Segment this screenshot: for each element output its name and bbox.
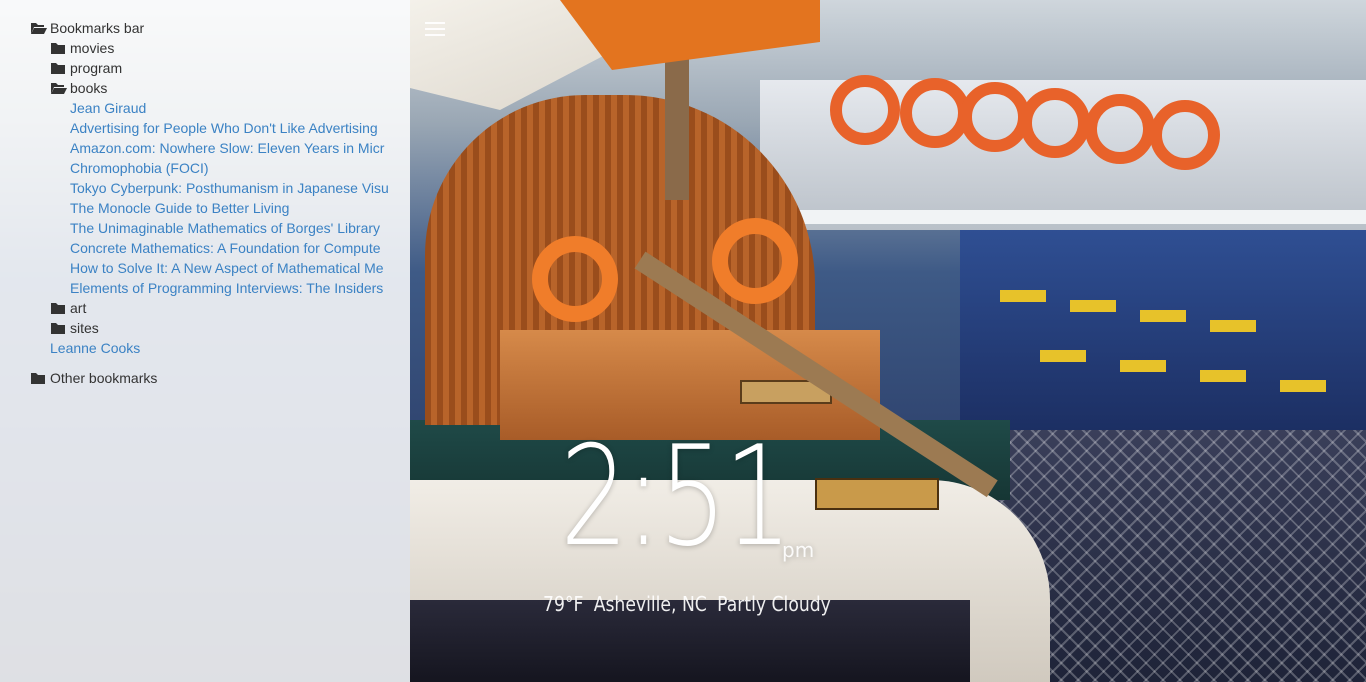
bookmark-link[interactable]: The Unimaginable Mathematics of Borges' …: [70, 218, 390, 238]
clock-time: 2:51: [560, 416, 792, 577]
folder-label: Other bookmarks: [50, 370, 158, 386]
folder-bookmarks-bar[interactable]: Bookmarks bar: [30, 18, 390, 38]
folder-icon: [50, 58, 70, 78]
folder-icon: [50, 38, 70, 58]
folder-label: movies: [70, 40, 115, 56]
bookmark-link[interactable]: Tokyo Cyberpunk: Posthumanism in Japanes…: [70, 178, 390, 198]
bookmark-link[interactable]: Amazon.com: Nowhere Slow: Eleven Years i…: [70, 138, 390, 158]
folder-label: program: [70, 60, 123, 76]
hamburger-menu-icon[interactable]: [425, 22, 445, 38]
life-ring: [712, 218, 798, 304]
folder-label: sites: [70, 320, 99, 336]
folder-movies[interactable]: movies: [50, 38, 390, 58]
tree-spacer: [30, 358, 390, 368]
folder-icon: [30, 368, 50, 388]
folder-label: books: [70, 80, 108, 96]
bookmarks-panel: Bookmarks bar movies program books Jean …: [0, 0, 410, 682]
photo-seat: [1070, 300, 1116, 312]
bookmark-link[interactable]: Advertising for People Who Don't Like Ad…: [70, 118, 390, 138]
weather-location: Asheville, NC: [593, 592, 707, 616]
life-ring: [1020, 88, 1090, 158]
clock: 2:51 pm: [560, 422, 854, 572]
folder-program[interactable]: program: [50, 58, 390, 78]
folder-icon: [50, 318, 70, 338]
weather-temp: 79°F: [543, 592, 584, 616]
clock-ampm: pm: [782, 538, 815, 562]
photo-seat: [1280, 380, 1326, 392]
bookmark-link[interactable]: Jean Giraud: [70, 98, 390, 118]
photo-seat: [1140, 310, 1186, 322]
bookmark-link[interactable]: How to Solve It: A New Aspect of Mathema…: [70, 258, 390, 278]
folder-icon: [50, 298, 70, 318]
weather-condition: Partly Cloudy: [717, 592, 831, 616]
photo-seat: [1040, 350, 1086, 362]
folder-open-icon: [50, 78, 70, 98]
life-ring: [532, 236, 618, 322]
folder-other-bookmarks[interactable]: Other bookmarks: [30, 368, 390, 388]
folder-open-icon: [30, 18, 50, 38]
bookmark-link-leanne-cooks[interactable]: Leanne Cooks: [50, 338, 370, 358]
folder-sites[interactable]: sites: [50, 318, 390, 338]
photo-seat: [1200, 370, 1246, 382]
bookmark-link[interactable]: Elements of Programming Interviews: The …: [70, 278, 390, 298]
folder-label: art: [70, 300, 87, 316]
bookmark-link[interactable]: Concrete Mathematics: A Foundation for C…: [70, 238, 390, 258]
life-ring: [1150, 100, 1220, 170]
photo-seat: [1000, 290, 1046, 302]
photo-rail: [760, 210, 1366, 224]
bookmarks-tree: Bookmarks bar movies program books Jean …: [30, 18, 390, 388]
life-ring: [830, 75, 900, 145]
folder-books[interactable]: books: [50, 78, 390, 98]
bookmark-link[interactable]: Chromophobia (FOCI): [70, 158, 390, 178]
life-ring: [1085, 94, 1155, 164]
folder-label: Bookmarks bar: [50, 20, 145, 36]
photo-seat: [1210, 320, 1256, 332]
weather-line: 79°F Asheville, NC Partly Cloudy: [543, 592, 841, 616]
folder-art[interactable]: art: [50, 298, 390, 318]
bookmark-link[interactable]: The Monocle Guide to Better Living: [70, 198, 390, 218]
photo-blue-deck: [960, 230, 1366, 430]
photo-seat: [1120, 360, 1166, 372]
